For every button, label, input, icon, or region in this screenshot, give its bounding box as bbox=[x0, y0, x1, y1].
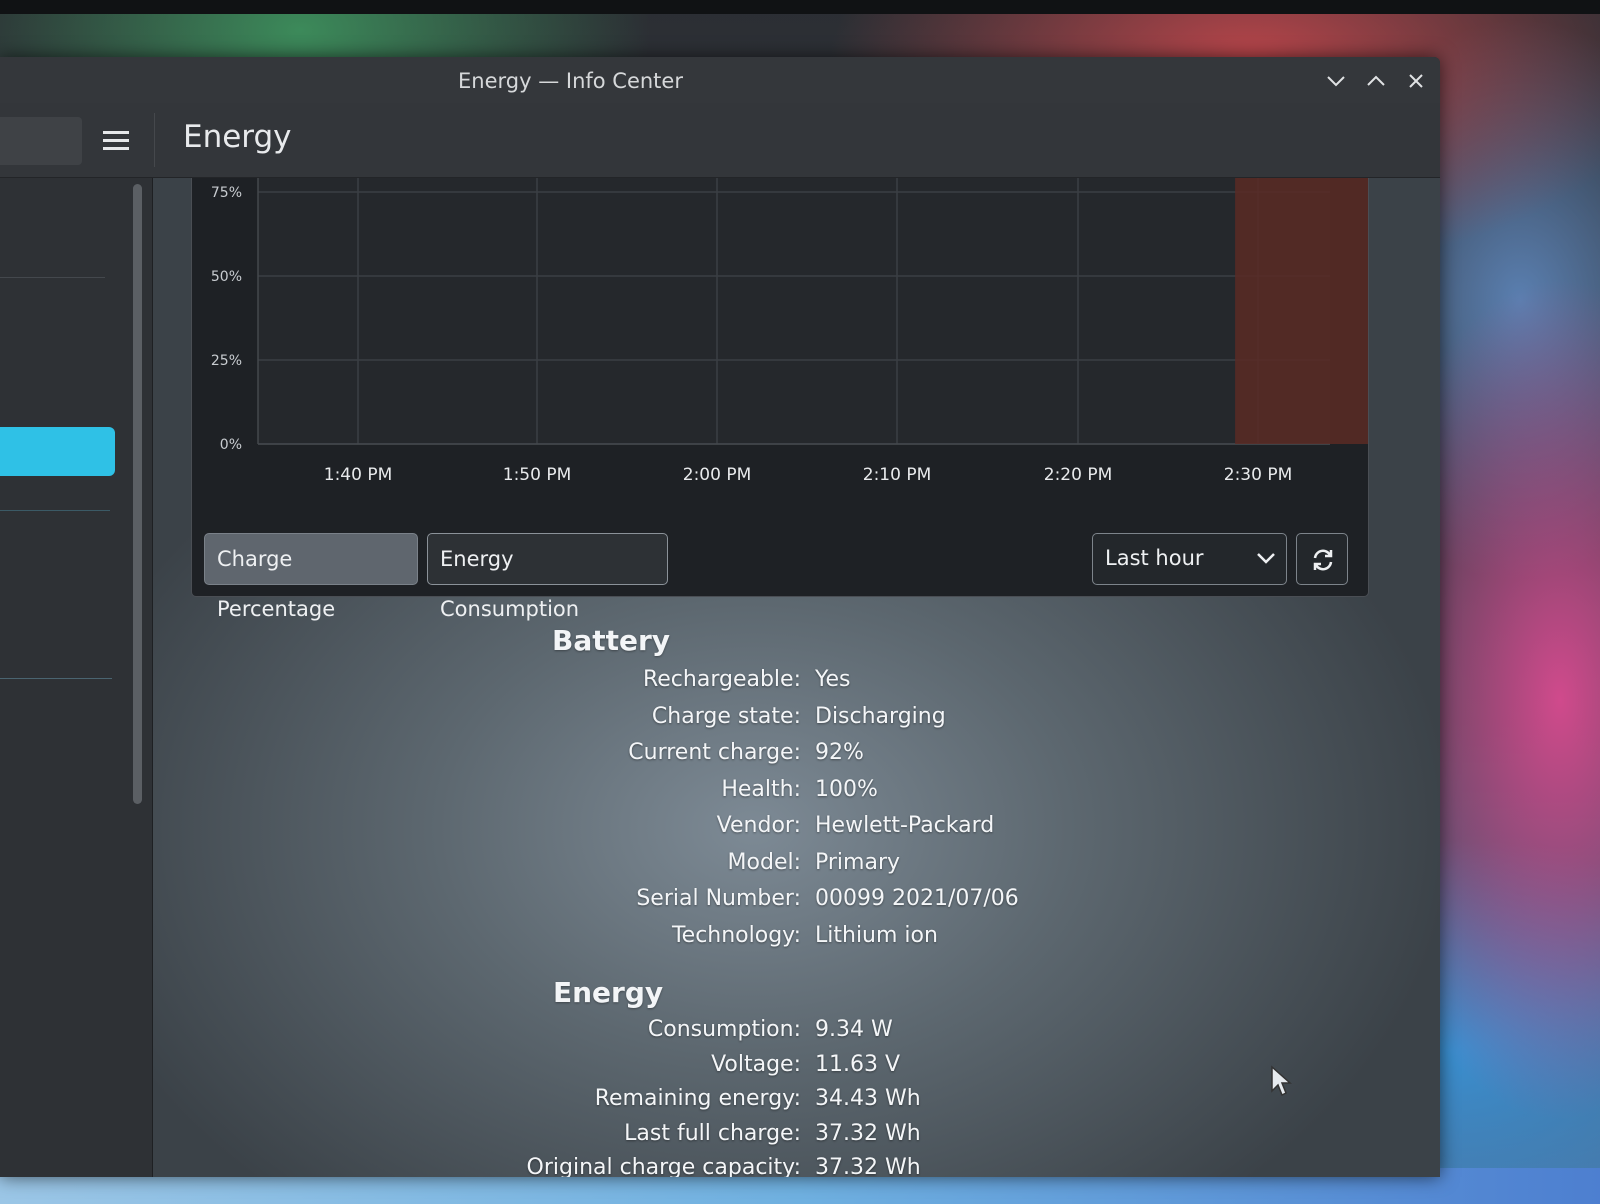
battery-detail-row: Serial Number: 00099 2021/07/06 bbox=[153, 886, 1440, 920]
chart-plot-area bbox=[258, 178, 1330, 444]
sidebar-item-energy-selected[interactable] bbox=[0, 427, 115, 476]
close-icon[interactable] bbox=[1402, 67, 1430, 95]
chart-x-tick-label: 1:50 PM bbox=[503, 465, 572, 485]
title-bar[interactable]: Energy — Info Center bbox=[0, 57, 1440, 104]
chart-y-tick-label: 0% bbox=[220, 437, 242, 453]
energy-detail-row: Remaining energy: 34.43 Wh bbox=[153, 1086, 1440, 1120]
battery-detail-value: 92% bbox=[815, 740, 864, 765]
chart-x-tick-label: 2:10 PM bbox=[863, 465, 932, 485]
battery-detail-value: Primary bbox=[815, 849, 901, 875]
battery-detail-label: Technology: bbox=[671, 922, 801, 948]
energy-detail-value: 11.63 V bbox=[815, 1051, 901, 1077]
mouse-cursor-icon bbox=[1271, 1065, 1292, 1097]
battery-detail-row: Charge state: Discharging bbox=[153, 704, 1440, 738]
chart-y-tick-label: 75% bbox=[211, 185, 242, 201]
history-chart-panel: 0% 25% 50% 75% 1:40 PM 1:50 PM 2:00 PM 2:10 PM 2… bbox=[191, 178, 1369, 621]
battery-detail-value: Yes bbox=[815, 667, 851, 692]
energy-consumption-button[interactable]: Energy Consumption bbox=[427, 533, 668, 621]
battery-detail-label: Current charge: bbox=[628, 740, 801, 765]
charge-history-chart: 0% 25% 50% 75% 1:40 PM 1:50 PM 2:00 PM 2:10 PM 2… bbox=[211, 178, 1368, 485]
header-separator bbox=[154, 113, 155, 167]
battery-detail-row: Health: 100% bbox=[153, 777, 1440, 811]
battery-detail-row: Rechargeable: Yes bbox=[153, 667, 1440, 701]
sidebar-divider bbox=[0, 510, 110, 511]
chart-y-tick-label: 50% bbox=[211, 269, 242, 285]
energy-detail-row: Consumption: 9.34 W bbox=[153, 1017, 1440, 1051]
sidebar-divider bbox=[0, 678, 112, 679]
page-title: Energy bbox=[183, 119, 292, 155]
refresh-icon bbox=[1313, 549, 1333, 571]
chevron-down-icon bbox=[1257, 553, 1275, 564]
energy-detail-row: Voltage: 11.63 V bbox=[153, 1052, 1440, 1086]
battery-detail-label: Vendor: bbox=[716, 813, 801, 838]
main-content: 0% 25% 50% 75% 1:40 PM 1:50 PM 2:00 PM 2:10 PM 2… bbox=[153, 178, 1440, 1177]
battery-heading: Battery bbox=[552, 624, 671, 657]
window-title: Energy — Info Center bbox=[458, 69, 683, 93]
battery-detail-value: 00099 2021/07/06 bbox=[815, 886, 1019, 911]
sidebar-divider bbox=[0, 277, 105, 278]
sidebar-search-field[interactable] bbox=[0, 117, 82, 165]
energy-heading: Energy bbox=[553, 976, 664, 1009]
chart-x-tick-label: 2:30 PM bbox=[1224, 465, 1293, 485]
energy-detail-row: Original charge capacity: 37.32 Wh bbox=[153, 1155, 1440, 1177]
energy-detail-row: Last full charge: 37.32 Wh bbox=[153, 1121, 1440, 1155]
sidebar-scrollbar[interactable] bbox=[133, 184, 142, 804]
chart-x-tick-label: 1:40 PM bbox=[324, 465, 393, 485]
battery-detail-value: Lithium ion bbox=[815, 922, 938, 948]
battery-detail-label: Rechargeable: bbox=[642, 667, 801, 692]
page-header: Energy bbox=[0, 103, 1440, 178]
hamburger-menu-icon[interactable] bbox=[98, 123, 134, 159]
chart-x-tick-label: 2:00 PM bbox=[683, 465, 752, 485]
battery-detail-row: Vendor: Hewlett-Packard bbox=[153, 813, 1440, 847]
battery-detail-value: Hewlett-Packard bbox=[815, 813, 995, 838]
energy-detail-label: Voltage: bbox=[711, 1051, 801, 1077]
chart-y-tick-label: 25% bbox=[211, 353, 242, 369]
energy-detail-label: Remaining energy: bbox=[594, 1086, 801, 1111]
sidebar bbox=[0, 178, 152, 1177]
chart-series-area bbox=[1235, 178, 1368, 444]
energy-detail-value: 37.32 Wh bbox=[815, 1155, 921, 1177]
battery-detail-label: Health: bbox=[721, 776, 801, 802]
battery-detail-value: Discharging bbox=[815, 703, 946, 729]
battery-detail-row: Model: Primary bbox=[153, 850, 1440, 884]
time-range-select[interactable]: Last hour bbox=[1092, 533, 1287, 585]
time-range-value: Last hour bbox=[1105, 546, 1204, 570]
minimize-icon[interactable] bbox=[1322, 67, 1350, 95]
energy-detail-value: 9.34 W bbox=[815, 1017, 893, 1042]
chart-x-tick-label: 2:20 PM bbox=[1044, 465, 1113, 485]
energy-detail-label: Last full charge: bbox=[624, 1120, 801, 1146]
battery-detail-label: Serial Number: bbox=[636, 886, 801, 911]
battery-detail-row: Current charge: 92% bbox=[153, 740, 1440, 774]
refresh-button[interactable] bbox=[1296, 533, 1348, 585]
maximize-icon[interactable] bbox=[1362, 67, 1390, 95]
energy-detail-label: Original charge capacity: bbox=[526, 1155, 801, 1177]
info-center-window: Energy — Info Center Energy 0% 25% 50% 75% 1… bbox=[0, 57, 1440, 1177]
battery-detail-value: 100% bbox=[815, 776, 878, 802]
energy-detail-value: 34.43 Wh bbox=[815, 1086, 921, 1111]
desktop-top-edge bbox=[0, 0, 1600, 14]
energy-detail-label: Consumption: bbox=[647, 1017, 801, 1042]
battery-detail-row: Technology: Lithium ion bbox=[153, 923, 1440, 957]
battery-detail-label: Charge state: bbox=[651, 703, 801, 729]
charge-percentage-button[interactable]: Charge Percentage bbox=[204, 533, 418, 621]
energy-detail-value: 37.32 Wh bbox=[815, 1120, 921, 1146]
battery-detail-label: Model: bbox=[727, 849, 801, 875]
